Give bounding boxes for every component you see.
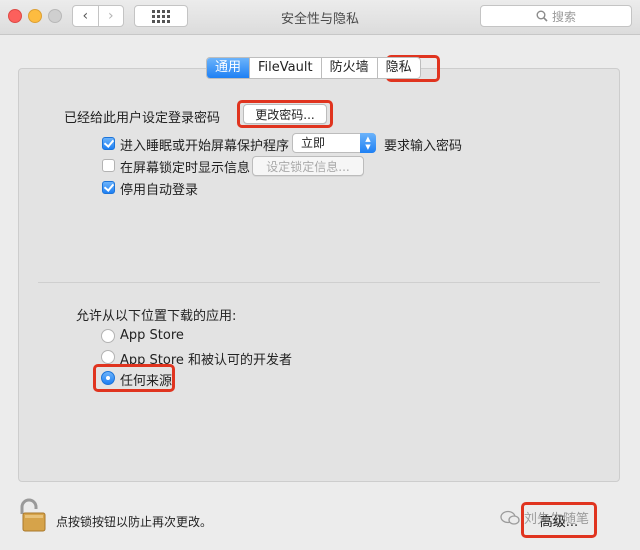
require-password-label: 要求输入密码 [384, 139, 463, 154]
window-titlebar: ‹ › 安全性与隐私 搜索 [0, 0, 640, 35]
highlight-change-password [237, 100, 333, 128]
search-placeholder: 搜索 [551, 9, 576, 24]
general-pane [18, 68, 620, 482]
radio-app-store-label: App Store [120, 328, 184, 343]
wechat-icon [500, 510, 520, 525]
disable-autologin-checkbox[interactable] [102, 181, 115, 194]
tab-bar: 通用 FileVault 防火墙 隐私 [206, 57, 421, 79]
downloads-heading: 允许从以下位置下载的应用: [76, 309, 237, 324]
search-field[interactable]: 搜索 [480, 5, 632, 27]
sleep-password-checkbox[interactable] [102, 137, 115, 150]
disable-autologin-label: 停用自动登录 [120, 183, 199, 198]
password-delay-select[interactable]: 立即 ▲ ▼ [292, 133, 376, 153]
lock-button[interactable] [17, 498, 47, 536]
highlight-advanced [521, 502, 597, 538]
radio-identified-developers[interactable] [101, 350, 115, 364]
password-set-label: 已经给此用户设定登录密码 [64, 111, 221, 126]
show-message-checkbox[interactable] [102, 159, 115, 172]
set-lock-message-button[interactable]: 设定锁定信息... [252, 156, 364, 176]
password-delay-value: 立即 [301, 136, 326, 150]
tab-privacy[interactable]: 隐私 [376, 58, 420, 78]
sleep-checkbox-label: 进入睡眠或开始屏幕保护程序 [120, 139, 290, 154]
tab-firewall[interactable]: 防火墙 [320, 58, 377, 78]
chevron-updown-icon: ▲ ▼ [360, 133, 376, 153]
padlock-unlocked-icon [20, 498, 46, 532]
search-icon [536, 10, 548, 22]
highlight-anywhere [93, 364, 175, 392]
section-divider [38, 282, 600, 283]
show-message-label: 在屏幕锁定时显示信息 [120, 161, 251, 176]
lock-hint-text: 点按锁按钮以防止再次更改。 [56, 515, 213, 529]
radio-app-store[interactable] [101, 329, 115, 343]
tab-filevault[interactable]: FileVault [249, 58, 321, 78]
tab-general[interactable]: 通用 [207, 58, 250, 78]
